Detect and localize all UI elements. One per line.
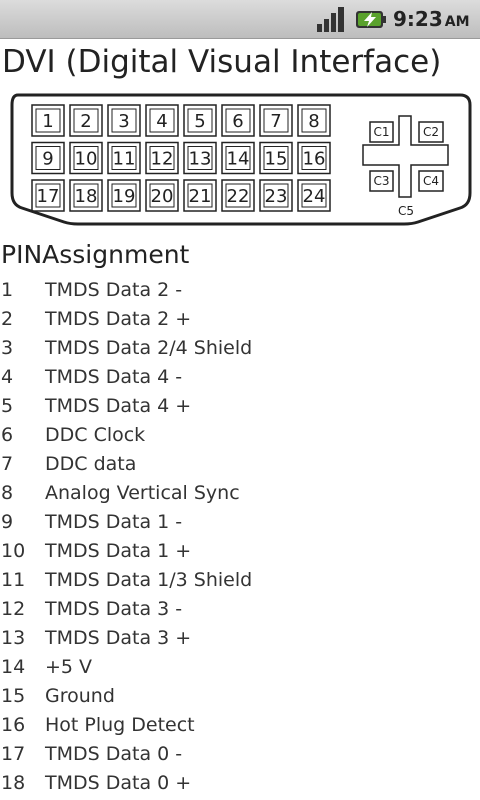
list-item: 17 TMDS Data 0 - — [0, 740, 480, 769]
pin-label: 4 — [156, 111, 167, 132]
list-item: 18 TMDS Data 0 + — [0, 769, 480, 798]
pin-number: 16 — [1, 714, 26, 736]
pin-label: 13 — [189, 149, 212, 170]
pin-description: TMDS Data 0 + — [45, 772, 192, 794]
clock-time: 9:23 — [393, 7, 443, 31]
pin-number: 13 — [1, 627, 26, 649]
pin-label: 17 — [37, 186, 60, 207]
pin-description: TMDS Data 1 - — [45, 511, 183, 533]
pin-number: 15 — [1, 685, 26, 707]
pin-label: 1 — [42, 111, 53, 132]
c3-label: C3 — [373, 174, 389, 188]
pin-assignment-list: 1 TMDS Data 2 - 2 TMDS Data 2 + 3 TMDS Data 2… — [0, 276, 480, 798]
pin-number: 1 — [1, 279, 14, 301]
pin-description: TMDS Data 3 - — [45, 598, 183, 620]
pin-number: 2 — [1, 308, 14, 330]
list-item: 15 Ground — [0, 682, 480, 711]
pin-label: 11 — [113, 149, 136, 170]
list-item: 10 TMDS Data 1 + — [0, 537, 480, 566]
pin-label: 10 — [75, 149, 98, 170]
pin-description: TMDS Data 2 + — [45, 308, 192, 330]
pin-label: 2 — [80, 111, 91, 132]
pin-label: 18 — [75, 186, 98, 207]
pin-description: TMDS Data 4 - — [45, 366, 183, 388]
pin-description: TMDS Data 4 + — [45, 395, 192, 417]
pin-number: 17 — [1, 743, 26, 765]
pin-description: Ground — [45, 685, 115, 707]
pin-description: DDC Clock — [45, 424, 146, 446]
pin-label: 7 — [270, 111, 281, 132]
pin-label: 21 — [189, 186, 212, 207]
pin-description: TMDS Data 2/4 Shield — [45, 337, 253, 359]
c5-label: C5 — [398, 204, 414, 218]
pin-label: 24 — [303, 186, 326, 207]
page-title: DVI (Digital Visual Interface) — [2, 44, 442, 80]
pin-description: +5 V — [45, 656, 93, 678]
pin-label: 23 — [265, 186, 288, 207]
assignment-header: PINAssignment — [1, 240, 189, 269]
dvi-connector-diagram: 1 2 3 4 5 6 7 89 10 11 12 13 14 15 1617 18 19 20 21 22 23 24 … — [10, 93, 472, 226]
list-item: 4 TMDS Data 4 - — [0, 363, 480, 392]
pin-number: 9 — [1, 511, 14, 533]
pin-number: 8 — [1, 482, 14, 504]
list-item: 5 TMDS Data 4 + — [0, 392, 480, 421]
pin-number: 10 — [1, 540, 26, 562]
header-pin: PIN — [1, 240, 43, 269]
list-item: 16 Hot Plug Detect — [0, 711, 480, 740]
pin-description: DDC data — [45, 453, 137, 475]
list-item: 8 Analog Vertical Sync — [0, 479, 480, 508]
pin-description: TMDS Data 3 + — [45, 627, 192, 649]
list-item: 9 TMDS Data 1 - — [0, 508, 480, 537]
pin-label: 5 — [194, 111, 205, 132]
pin-grid: 1 2 3 4 5 6 7 89 10 11 12 13 14 15 1617 18 19 20 21 22 23 24 — [31, 104, 331, 212]
list-item: 1 TMDS Data 2 - — [0, 276, 480, 305]
c4-label: C4 — [423, 174, 439, 188]
list-item: 13 TMDS Data 3 + — [0, 624, 480, 653]
status-bar: 9:23 AM — [0, 0, 480, 39]
pin-label: 6 — [232, 111, 243, 132]
pin-label: 9 — [42, 149, 53, 170]
pin-number: 11 — [1, 569, 26, 591]
list-item: 2 TMDS Data 2 + — [0, 305, 480, 334]
pin-label: 14 — [227, 149, 250, 170]
pin-number: 7 — [1, 453, 14, 475]
pin-label: 19 — [113, 186, 136, 207]
pin-number: 5 — [1, 395, 14, 417]
pin-label: 12 — [151, 149, 174, 170]
pin-description: Hot Plug Detect — [45, 714, 195, 736]
list-item: 14 +5 V — [0, 653, 480, 682]
pin-label: 3 — [118, 111, 129, 132]
list-item: 12 TMDS Data 3 - — [0, 595, 480, 624]
signal-icon — [317, 7, 344, 32]
c1-label: C1 — [373, 125, 389, 139]
pin-label: 8 — [308, 111, 319, 132]
c2-label: C2 — [423, 125, 439, 139]
list-item: 11 TMDS Data 1/3 Shield — [0, 566, 480, 595]
pin-number: 14 — [1, 656, 26, 678]
pin-description: TMDS Data 0 - — [45, 743, 183, 765]
pin-number: 4 — [1, 366, 14, 388]
battery-charging-icon — [356, 11, 386, 28]
pin-number: 6 — [1, 424, 14, 446]
pin-label: 22 — [227, 186, 250, 207]
pin-label: 16 — [303, 149, 326, 170]
pin-label: 15 — [265, 149, 288, 170]
clock-ampm: AM — [444, 14, 470, 30]
c-pins: C1 C2 C3 C4 C5 — [362, 115, 449, 218]
pin-description: Analog Vertical Sync — [45, 482, 240, 504]
list-item: 3 TMDS Data 2/4 Shield — [0, 334, 480, 363]
pin-description: TMDS Data 2 - — [45, 279, 183, 301]
pin-number: 12 — [1, 598, 26, 620]
pin-description: TMDS Data 1/3 Shield — [45, 569, 253, 591]
pin-number: 3 — [1, 337, 14, 359]
list-item: 7 DDC data — [0, 450, 480, 479]
list-item: 6 DDC Clock — [0, 421, 480, 450]
pin-number: 18 — [1, 772, 26, 794]
pin-description: TMDS Data 1 + — [45, 540, 192, 562]
status-clock: 9:23 AM — [393, 7, 470, 31]
pin-label: 20 — [151, 186, 174, 207]
header-assignment: Assignment — [42, 240, 190, 269]
